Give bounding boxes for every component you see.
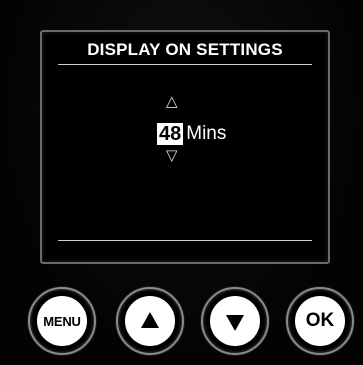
up-button-face: [125, 296, 175, 346]
ok-button-label: OK: [305, 310, 335, 331]
up-triangle-icon: [141, 311, 159, 328]
value-unit: Mins: [186, 123, 227, 144]
selected-value: 48: [157, 123, 184, 145]
down-button-face: [210, 296, 260, 346]
menu-button-label: MENU: [43, 313, 81, 329]
lcd-screen: DISPLAY ON SETTINGS △ 48 Mins ▽: [40, 30, 330, 264]
menu-button[interactable]: MENU: [28, 287, 96, 355]
device-panel: DISPLAY ON SETTINGS △ 48 Mins ▽ MENU OK: [0, 0, 363, 365]
screen-title: DISPLAY ON SETTINGS: [87, 40, 283, 59]
up-button[interactable]: [116, 287, 184, 355]
value-row: 48 Mins: [157, 122, 226, 146]
decrease-indicator-icon: ▽: [166, 147, 178, 164]
bottom-divider: [58, 240, 312, 241]
ok-button-face: OK: [295, 296, 345, 346]
increase-indicator-icon: △: [166, 93, 178, 110]
down-triangle-icon: [226, 314, 244, 331]
down-button[interactable]: [201, 287, 269, 355]
menu-button-face: MENU: [37, 296, 87, 346]
title-divider: [58, 64, 312, 65]
ok-button[interactable]: OK: [286, 287, 354, 355]
